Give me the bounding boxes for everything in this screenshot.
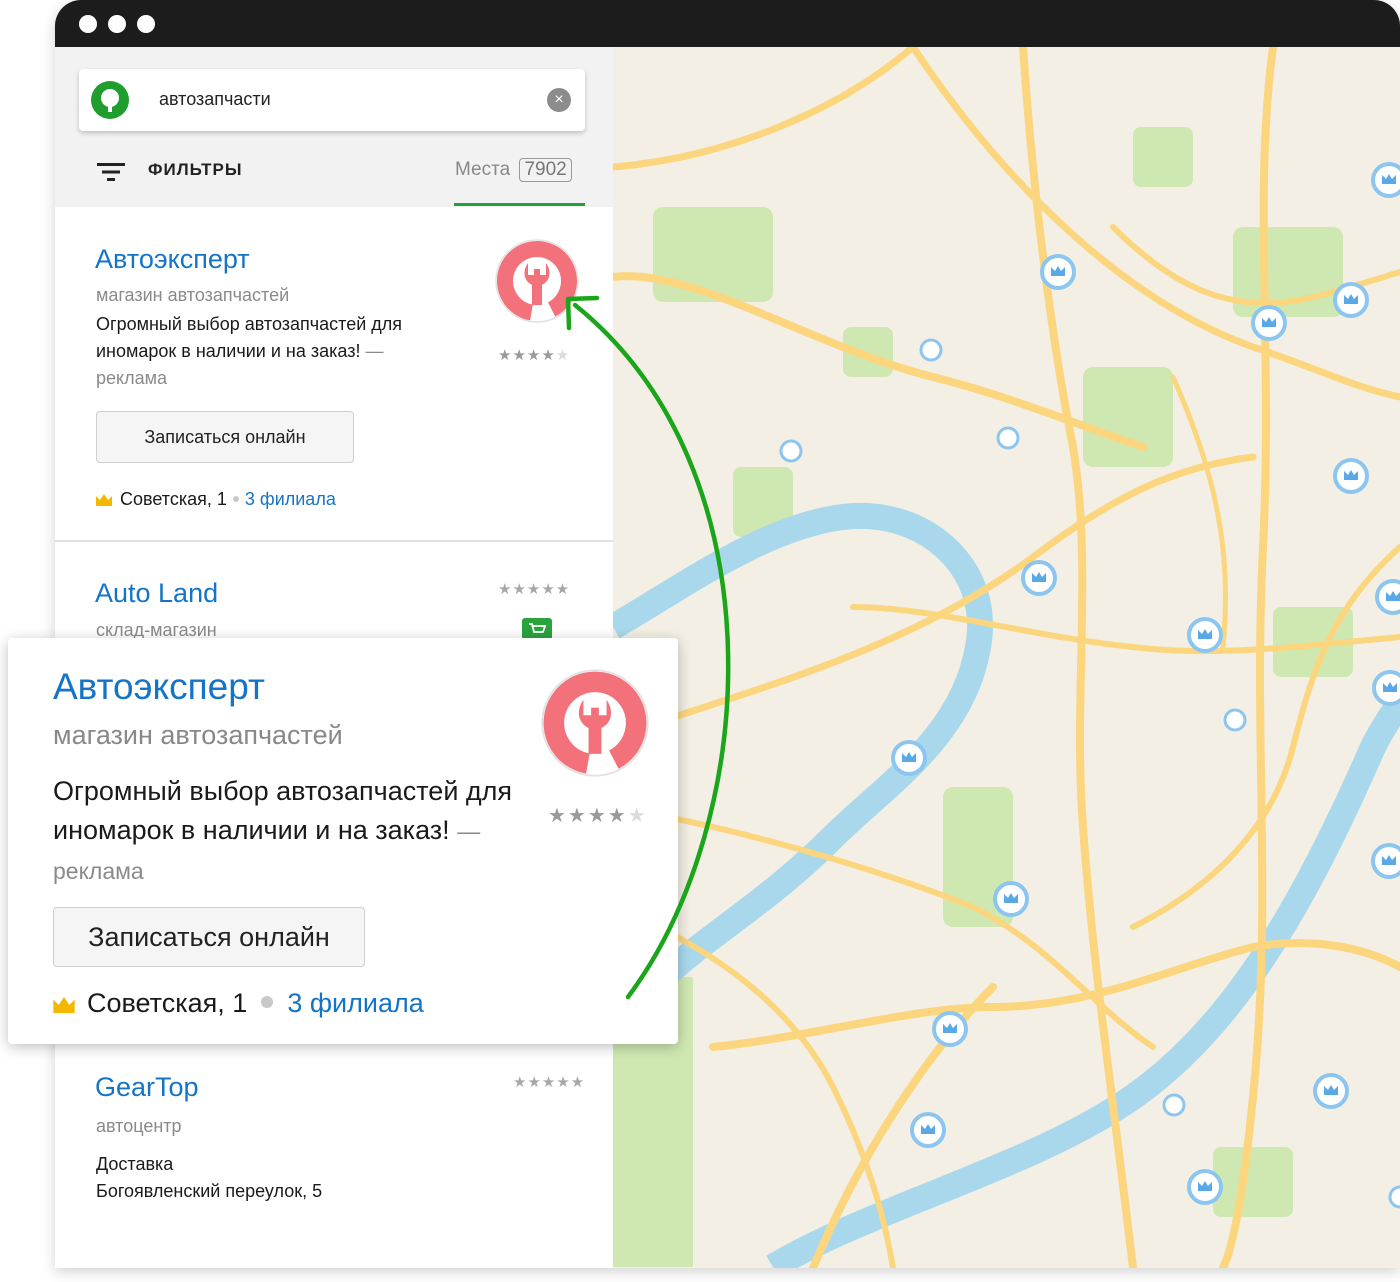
rating-stars: ★★★★★	[548, 805, 648, 827]
map[interactable]	[613, 47, 1400, 1268]
separator-dot	[261, 996, 274, 1008]
book-online-button[interactable]: Записаться онлайн	[96, 411, 354, 463]
popup-description-text: Огромный выбор автозапчастей для иномаро…	[53, 776, 513, 845]
filters-button[interactable]: ФИЛЬТРЫ	[148, 160, 243, 180]
rating-stars: ★★★★★	[498, 347, 571, 364]
clear-icon[interactable]: ×	[547, 88, 571, 112]
tab-places-label: Места	[455, 159, 511, 180]
tab-places[interactable]: Места 7902	[455, 158, 572, 182]
filter-icon[interactable]	[97, 162, 125, 182]
search-area: автозапчасти × ФИЛЬТРЫ Места 7902	[55, 47, 613, 207]
map-canvas[interactable]	[613, 47, 1400, 1268]
cart-icon	[522, 618, 552, 640]
result-title[interactable]: Автоэксперт	[95, 244, 250, 275]
search-input[interactable]: автозапчасти ×	[79, 69, 585, 131]
places-count-badge: 7902	[519, 158, 572, 182]
result-title[interactable]: Auto Land	[95, 578, 218, 609]
result-description: Огромный выбор автозапчастей для иномаро…	[96, 311, 426, 392]
result-address: Богоявленский переулок, 5	[96, 1181, 323, 1201]
search-query: автозапчасти	[159, 89, 271, 109]
search-logo-icon	[91, 81, 129, 119]
separator-dot	[232, 496, 239, 502]
crown-icon	[53, 997, 75, 1013]
result-card[interactable]: Auto Land склад-магазин ★★★★★	[55, 542, 613, 642]
branches-link[interactable]: 3 филиала	[245, 489, 336, 509]
rating-stars: ★★★★★	[498, 581, 571, 598]
address-text: Советская, 1	[120, 489, 227, 509]
result-description-text: Огромный выбор автозапчастей для иномаро…	[96, 314, 403, 361]
result-card[interactable]: Автоэксперт магазин автозапчастей Огромн…	[55, 207, 613, 541]
result-category: магазин автозапчастей	[96, 285, 290, 305]
wrench-logo-icon[interactable]	[495, 239, 579, 323]
wrench-logo-icon[interactable]	[541, 669, 649, 777]
address-text: Советская, 1	[87, 988, 248, 1018]
result-title[interactable]: GearTop	[95, 1072, 199, 1103]
window-titlebar	[55, 0, 1400, 47]
result-card[interactable]: GearTop автоцентр Доставка Богоявленский…	[55, 1047, 613, 1268]
crown-icon	[96, 494, 112, 506]
book-online-button[interactable]: Записаться онлайн	[53, 907, 365, 967]
window-dot[interactable]	[108, 15, 126, 33]
delivery-label: Доставка	[96, 1154, 174, 1174]
popup-category: магазин автозапчастей	[53, 720, 343, 750]
result-address: Советская, 1 3 филиала	[96, 489, 336, 510]
window-dot[interactable]	[79, 15, 97, 33]
tab-active-indicator	[454, 203, 585, 206]
popup-address: Советская, 1 3 филиала	[53, 988, 424, 1019]
popup-description: Огромный выбор автозапчастей для иномаро…	[53, 772, 523, 891]
branches-link[interactable]: 3 филиала	[287, 988, 423, 1018]
rating-stars: ★★★★★	[513, 1074, 586, 1091]
window-dot[interactable]	[137, 15, 155, 33]
browser-window: автозапчасти × ФИЛЬТРЫ Места 7902 Автоэк…	[55, 0, 1400, 1268]
result-card-zoomed[interactable]: Автоэксперт магазин автозапчастей Огромн…	[8, 638, 678, 1044]
result-category: автоцентр	[96, 1116, 182, 1136]
popup-title[interactable]: Автоэксперт	[53, 666, 265, 708]
